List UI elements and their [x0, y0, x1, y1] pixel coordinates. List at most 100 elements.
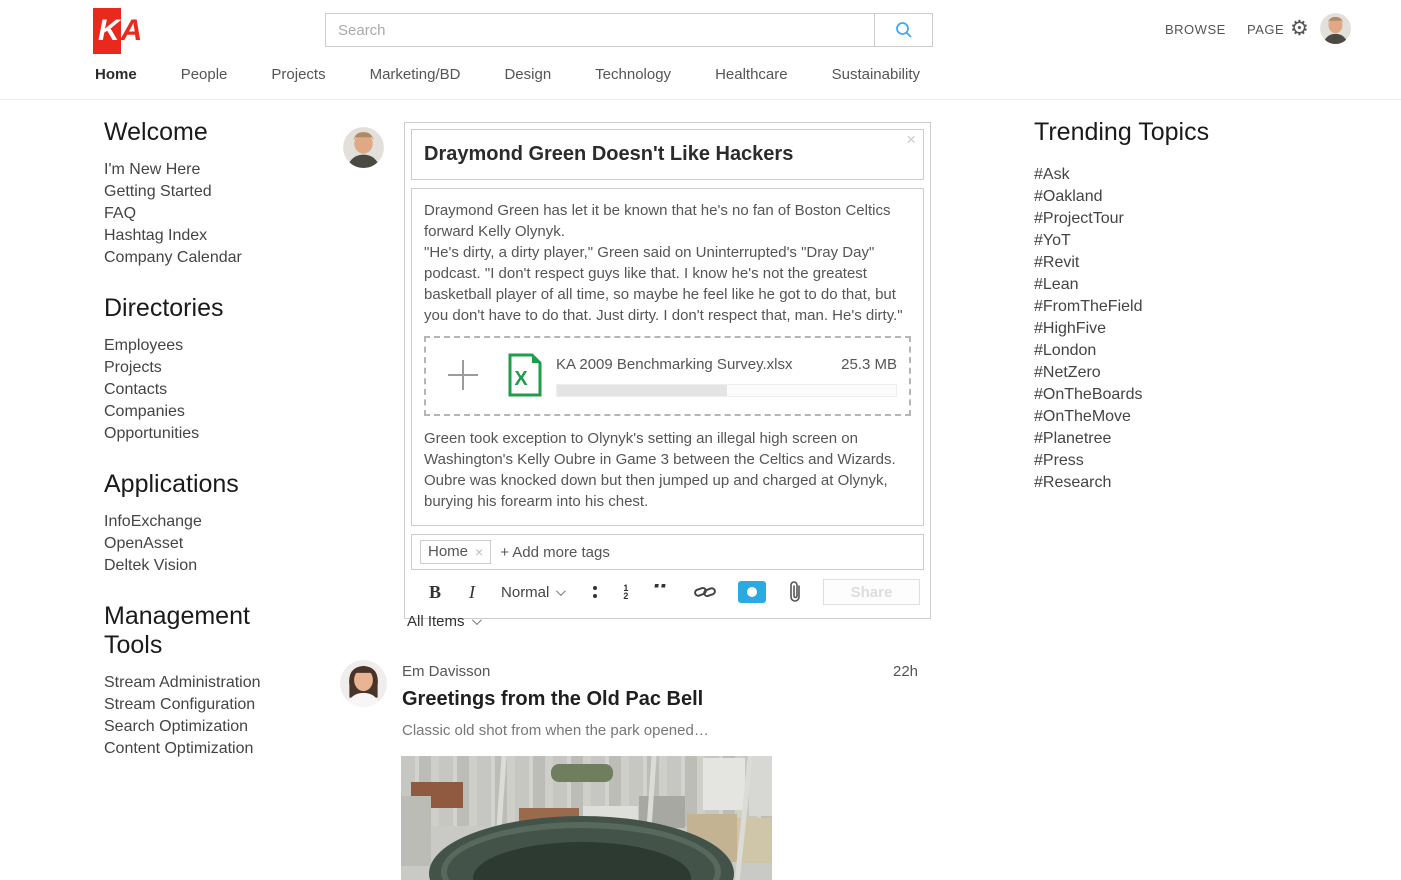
nav-tab-projects[interactable]: Projects	[271, 66, 325, 83]
topic-netzero[interactable]: #NetZero	[1034, 362, 1254, 384]
sidebar-item-company-calendar[interactable]: Company Calendar	[104, 247, 339, 269]
sidebar-item-stream-administration[interactable]: Stream Administration	[104, 672, 339, 694]
insert-link-button[interactable]	[693, 585, 716, 599]
nav-tab-people[interactable]: People	[181, 66, 228, 83]
feed-filter-dropdown[interactable]: All Items	[407, 613, 482, 630]
browse-menu[interactable]: BROWSE	[1165, 22, 1226, 37]
settings-gear-icon[interactable]: ⚙	[1290, 16, 1309, 40]
nav-tab-design[interactable]: Design	[504, 66, 551, 83]
search-button[interactable]	[874, 14, 932, 46]
sidebar-item-search-optimization[interactable]: Search Optimization	[104, 716, 339, 738]
ol-two: 2	[623, 591, 629, 601]
file-attachment-dropzone[interactable]: X KA 2009 Benchmarking Survey.xlsx 25.3 …	[424, 336, 911, 416]
sidebar-item-getting-started[interactable]: Getting Started	[104, 181, 339, 203]
nav-tab-home[interactable]: Home	[95, 66, 137, 83]
svg-text:X: X	[514, 368, 528, 390]
topic-research[interactable]: #Research	[1034, 472, 1254, 494]
left-sidebar: Welcome I'm New Here Getting Started FAQ…	[104, 118, 339, 785]
post-timestamp: 22h	[893, 663, 919, 680]
post-composer: Draymond Green Doesn't Like Hackers × Dr…	[404, 122, 931, 619]
body-paragraph-3: Green took exception to Olynyk's setting…	[424, 430, 896, 510]
nav-tab-sustainability[interactable]: Sustainability	[832, 66, 920, 83]
composer-title-field[interactable]: Draymond Green Doesn't Like Hackers ×	[411, 129, 924, 180]
post-excerpt: Classic old shot from when the park open…	[402, 722, 709, 739]
composer-user-avatar	[343, 127, 384, 168]
tag-chip-home: Home ×	[420, 540, 492, 564]
attach-file-button[interactable]	[788, 580, 802, 604]
remove-tag-icon[interactable]: ×	[475, 544, 483, 560]
close-icon[interactable]: ×	[906, 131, 916, 149]
sidebar-item-deltek-vision[interactable]: Deltek Vision	[104, 555, 339, 577]
italic-button[interactable]: I	[469, 582, 475, 603]
sidebar-item-companies[interactable]: Companies	[104, 401, 339, 423]
tag-label: Home	[428, 543, 469, 560]
share-button[interactable]: Share	[823, 579, 920, 605]
topic-yot[interactable]: #YoT	[1034, 230, 1254, 252]
section-title-management-tools: Management Tools	[104, 602, 250, 659]
topic-planetree[interactable]: #Planetree	[1034, 428, 1254, 450]
section-title-welcome: Welcome	[104, 118, 208, 146]
attachment-filename: KA 2009 Benchmarking Survey.xlsx	[556, 355, 793, 373]
logo-letter-k: K	[93, 8, 121, 54]
main-nav: Home People Projects Marketing/BD Design…	[95, 66, 964, 83]
user-avatar[interactable]	[1320, 13, 1351, 44]
sidebar-item-im-new-here[interactable]: I'm New Here	[104, 159, 339, 181]
add-more-tags-input[interactable]: + Add more tags	[500, 544, 610, 561]
tags-field[interactable]: Home × + Add more tags	[411, 534, 924, 570]
company-logo[interactable]: KA	[93, 8, 145, 54]
sidebar-item-stream-configuration[interactable]: Stream Configuration	[104, 694, 339, 716]
nav-tab-marketing-bd[interactable]: Marketing/BD	[370, 66, 461, 83]
sidebar-item-faq[interactable]: FAQ	[104, 203, 339, 225]
post-title[interactable]: Greetings from the Old Pac Bell	[402, 688, 703, 711]
insert-image-button[interactable]	[737, 581, 766, 603]
topic-onthemove[interactable]: #OnTheMove	[1034, 406, 1254, 428]
topic-oakland[interactable]: #Oakland	[1034, 186, 1254, 208]
topic-revit[interactable]: #Revit	[1034, 252, 1254, 274]
topic-fromthefield[interactable]: #FromTheField	[1034, 296, 1254, 318]
topic-london[interactable]: #London	[1034, 340, 1254, 362]
add-file-button[interactable]	[440, 358, 486, 392]
user-avatar-photo	[1320, 13, 1351, 44]
topic-press[interactable]: #Press	[1034, 450, 1254, 472]
sidebar-item-hashtag-index[interactable]: Hashtag Index	[104, 225, 339, 247]
composer-title-text: Draymond Green Doesn't Like Hackers	[424, 143, 794, 165]
composer-body-field[interactable]: Draymond Green has let it be known that …	[411, 188, 924, 526]
topic-highfive[interactable]: #HighFive	[1034, 318, 1254, 340]
top-header: KA BROWSE PAGE ⚙ Home People Projects Ma…	[0, 0, 1401, 100]
topic-ontheboards[interactable]: #OnTheBoards	[1034, 384, 1254, 406]
sidebar-section-management-tools: Management Tools Stream Administration S…	[104, 602, 339, 760]
nav-tab-technology[interactable]: Technology	[595, 66, 671, 83]
numbered-list-button[interactable]: 1 2	[623, 584, 629, 601]
post-author-photo	[340, 660, 387, 707]
post-author-avatar[interactable]	[340, 660, 387, 707]
blockquote-button[interactable]: “	[652, 584, 669, 600]
sidebar-section-directories: Directories Employees Projects Contacts …	[104, 294, 339, 445]
post-photo-stadium-aerial[interactable]	[401, 756, 772, 880]
trending-topics-panel: Trending Topics #Ask #Oakland #ProjectTo…	[1034, 118, 1254, 494]
upload-progress-track	[556, 383, 897, 397]
body-paragraph-1: Draymond Green has let it be known that …	[424, 202, 891, 240]
photo-building	[749, 756, 772, 816]
sidebar-item-infoexchange[interactable]: InfoExchange	[104, 511, 339, 533]
paragraph-format-dropdown[interactable]: Normal	[501, 584, 567, 601]
nav-tab-healthcare[interactable]: Healthcare	[715, 66, 788, 83]
sidebar-item-openasset[interactable]: OpenAsset	[104, 533, 339, 555]
search-input[interactable]	[326, 14, 874, 46]
attachment-info: KA 2009 Benchmarking Survey.xlsx 25.3 MB	[556, 354, 897, 397]
composer-avatar-photo	[343, 127, 384, 168]
link-icon	[693, 586, 716, 598]
bullet-list-button[interactable]	[593, 584, 598, 600]
sidebar-item-projects[interactable]: Projects	[104, 357, 339, 379]
topic-projecttour[interactable]: #ProjectTour	[1034, 208, 1254, 230]
sidebar-item-opportunities[interactable]: Opportunities	[104, 423, 339, 445]
sidebar-item-contacts[interactable]: Contacts	[104, 379, 339, 401]
bold-button[interactable]: B	[429, 582, 441, 603]
post-author-name[interactable]: Em Davisson	[402, 663, 490, 680]
page-menu[interactable]: PAGE	[1247, 22, 1284, 37]
sidebar-item-content-optimization[interactable]: Content Optimization	[104, 738, 339, 760]
attachment-size: 25.3 MB	[841, 355, 897, 373]
topic-ask[interactable]: #Ask	[1034, 164, 1254, 186]
sidebar-item-employees[interactable]: Employees	[104, 335, 339, 357]
topic-lean[interactable]: #Lean	[1034, 274, 1254, 296]
photo-building	[703, 758, 745, 810]
